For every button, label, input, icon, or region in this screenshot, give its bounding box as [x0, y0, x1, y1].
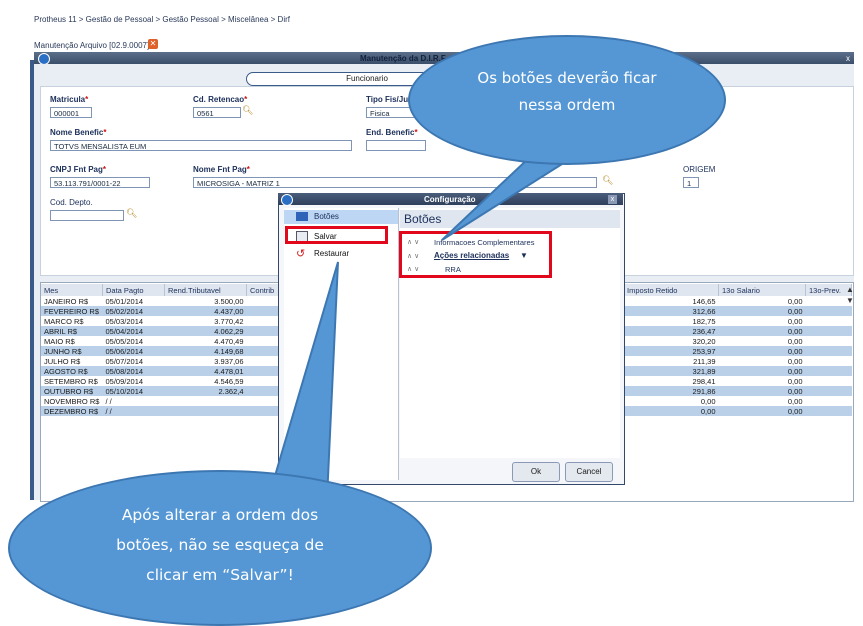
bottom-callout-line-2: botões, não se esqueça de: [116, 536, 324, 554]
top-callout-text: Os botões deverão ficar nessa ordem: [477, 69, 657, 114]
top-callout: Os botões deverão ficar nessa ordem: [408, 35, 726, 165]
bottom-callout-line-3: clicar em “Salvar”!: [146, 566, 294, 584]
bottom-callout-line-1: Após alterar a ordem dos: [121, 506, 319, 524]
bottom-callout: Após alterar a ordem dos botões, não se …: [8, 470, 432, 626]
